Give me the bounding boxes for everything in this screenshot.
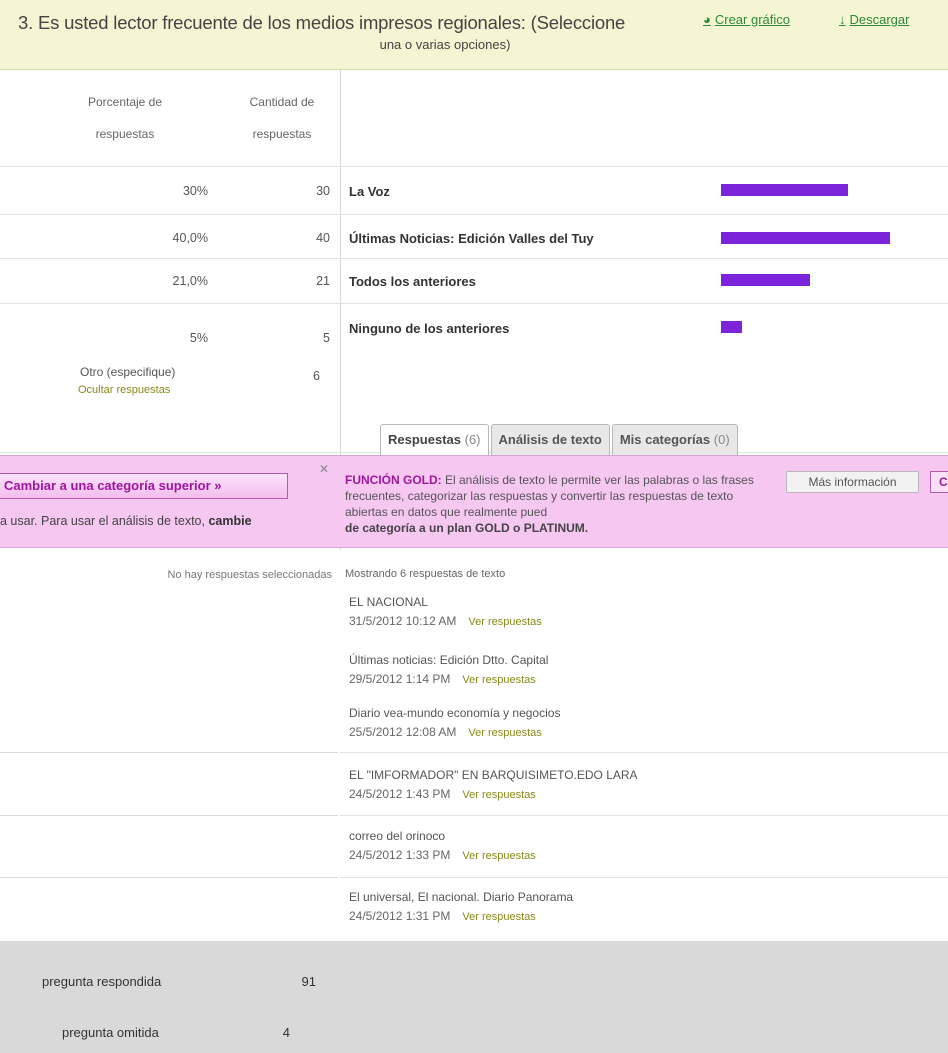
- create-chart-label: Crear gráfico: [714, 12, 790, 27]
- response-tabs: Respuestas (6) Análisis de texto Mis cat…: [380, 424, 738, 455]
- answered-label: pregunta respondida: [42, 974, 162, 989]
- skipped-label: pregunta omitida: [62, 1025, 159, 1040]
- col-header-count-line1: Cantidad de: [249, 95, 315, 109]
- close-icon[interactable]: ✕: [319, 462, 329, 476]
- skipped-value: 4: [282, 1025, 290, 1040]
- col-header-percentage-line1: Porcentaje de: [87, 95, 163, 109]
- row-divider: [0, 214, 948, 215]
- row-option-label: Todos los anteriores: [349, 274, 476, 289]
- response-item: EL NACIONAL 31/5/2012 10:12 AM Ver respue…: [349, 595, 542, 628]
- hide-responses-link[interactable]: Ocultar respuestas: [78, 384, 170, 396]
- row-bar: [721, 321, 742, 333]
- download-link[interactable]: ↓ Descargar: [839, 12, 909, 27]
- gold-feature-cta: de categoría a un plan GOLD o PLATINUM.: [345, 521, 589, 535]
- tab-text-analysis-label: Análisis de texto: [498, 432, 602, 447]
- response-divider: [340, 752, 948, 753]
- col-header-count-line2: respuestas: [252, 127, 312, 141]
- tab-responses-label: Respuestas: [388, 432, 461, 447]
- row-percentage: 40,0%: [172, 231, 208, 245]
- row-divider: [0, 303, 948, 304]
- row-divider: [0, 258, 948, 259]
- row-count: 21: [316, 274, 330, 288]
- response-divider: [340, 815, 948, 816]
- more-info-button[interactable]: Más información: [786, 471, 919, 493]
- response-text: EL "IMFORMADOR" EN BARQUISIMETO.EDO LARA: [349, 768, 638, 782]
- row-percentage: 5%: [189, 331, 208, 345]
- upsell-left-text-bold: cambie: [208, 514, 252, 528]
- response-divider: [340, 877, 948, 878]
- view-response-link[interactable]: Ver respuestas: [462, 674, 535, 686]
- row-percentage: 30%: [182, 184, 208, 198]
- tab-my-categories-count: (0): [713, 432, 730, 447]
- row-bar: [721, 232, 890, 244]
- view-response-link[interactable]: Ver respuestas: [462, 850, 535, 862]
- response-text: Diario vea-mundo economía y negocios: [349, 706, 561, 720]
- view-response-link[interactable]: Ver respuestas: [462, 789, 535, 801]
- response-date: 24/5/2012 1:31 PM: [349, 909, 451, 923]
- other-count: 6: [313, 369, 320, 383]
- row-percentage: 21,0%: [172, 274, 208, 288]
- gold-feature-label: FUNCIÓN GOLD:: [345, 473, 442, 487]
- row-option-label: Últimas Noticias: Edición Valles del Tuy: [349, 231, 594, 246]
- left-divider: [0, 877, 338, 878]
- response-item: EL "IMFORMADOR" EN BARQUISIMETO.EDO LARA…: [349, 768, 638, 801]
- response-text: EL NACIONAL: [349, 595, 428, 609]
- col-header-count: Cantidad de respuestas: [232, 86, 332, 150]
- response-text: El universal, El nacional. Diario Panora…: [349, 890, 574, 904]
- response-item: correo del orinoco 24/5/2012 1:33 PM Ver …: [349, 829, 536, 862]
- download-label: Descargar: [849, 12, 910, 27]
- view-response-link[interactable]: Ver respuestas: [468, 727, 541, 739]
- other-specify-label: Otro (especifique): [80, 365, 176, 379]
- response-item: Diario vea-mundo economía y negocios 25/…: [349, 706, 560, 739]
- question-title: 3. Es usted lector frecuente de los medi…: [18, 12, 626, 33]
- col-header-percentage-line2: respuestas: [95, 127, 155, 141]
- row-option-label: Ninguno de los anteriores: [349, 321, 510, 336]
- tab-my-categories-label: Mis categorías: [619, 432, 711, 447]
- tab-responses-count: (6): [464, 432, 481, 447]
- question-title-continued: una o varias opciones): [379, 37, 511, 52]
- row-option-label: La Voz: [349, 184, 390, 199]
- view-response-link[interactable]: Ver respuestas: [462, 911, 535, 923]
- tab-my-categories[interactable]: Mis categorías (0): [611, 424, 738, 455]
- row-count: 5: [323, 331, 330, 345]
- row-bar: [721, 184, 848, 196]
- question-header: [0, 0, 948, 70]
- answered-value: 91: [301, 974, 316, 989]
- download-icon: ↓: [839, 12, 846, 27]
- upsell-left-text-main: a usar. Para usar el análisis de texto,: [0, 514, 205, 528]
- row-count: 40: [316, 231, 330, 245]
- upsell-left-text: a usar. Para usar el análisis de texto, …: [0, 514, 340, 528]
- response-text: Últimas noticias: Edición Dtto. Capital: [349, 653, 549, 667]
- response-date: 24/5/2012 1:43 PM: [349, 787, 451, 801]
- tab-responses[interactable]: Respuestas (6): [380, 424, 489, 455]
- response-item: Últimas noticias: Edición Dtto. Capital …: [349, 653, 548, 686]
- row-count: 30: [316, 184, 330, 198]
- showing-count-text: Mostrando 6 respuestas de texto: [345, 568, 506, 580]
- response-text: correo del orinoco: [349, 829, 446, 843]
- response-date: 24/5/2012 1:33 PM: [349, 848, 451, 862]
- row-divider: [0, 166, 948, 167]
- tab-text-analysis[interactable]: Análisis de texto: [490, 424, 610, 455]
- col-header-percentage: Porcentaje de respuestas: [70, 86, 180, 150]
- left-divider: [0, 752, 338, 753]
- row-bar: [721, 274, 810, 286]
- response-date: 29/5/2012 1:14 PM: [349, 672, 451, 686]
- no-selection-text: No hay respuestas seleccionadas: [167, 569, 332, 581]
- left-divider: [0, 815, 338, 816]
- upgrade-button[interactable]: Cambiar a una categoría superior »: [0, 473, 288, 499]
- create-chart-link[interactable]: ◕ Crear gráfico: [703, 12, 790, 27]
- response-date: 31/5/2012 10:12 AM: [349, 614, 457, 628]
- response-date: 25/5/2012 12:08 AM: [349, 725, 457, 739]
- response-item: El universal, El nacional. Diario Panora…: [349, 890, 573, 923]
- upgrade-edge-button[interactable]: C: [930, 471, 948, 493]
- chart-icon: ◕: [703, 12, 711, 27]
- view-response-link[interactable]: Ver respuestas: [468, 616, 541, 628]
